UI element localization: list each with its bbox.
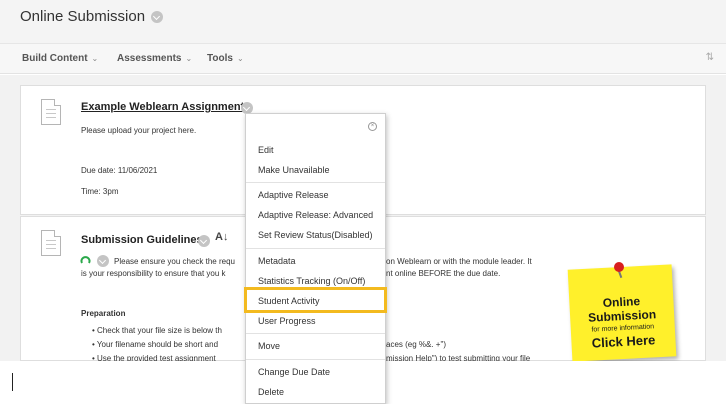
sort-icon[interactable]: ⇅ [706, 52, 714, 63]
tools-label: Tools [207, 53, 233, 64]
push-pin-icon [614, 262, 624, 272]
menu-item-user-progress[interactable]: User Progress [258, 316, 316, 326]
guidelines-line1-right: on Weblearn or with the module leader. I… [386, 257, 532, 266]
list-item: • Check that your file size is below th [92, 326, 222, 335]
menu-divider [246, 182, 385, 183]
assignment-due-date: Due date: 11/06/2021 [81, 166, 158, 175]
preparation-heading: Preparation [81, 309, 126, 318]
assignment-time: Time: 3pm [81, 187, 119, 196]
assessments-label: Assessments [117, 53, 182, 64]
chevron-down-icon: ⌄ [185, 54, 193, 63]
menu-item-adaptive-release[interactable]: Adaptive Release [258, 190, 329, 200]
sort-accessibility-icon: A↓ [215, 231, 229, 243]
guidelines-line2-left: is your responsibility to ensure that yo… [81, 269, 226, 278]
chevron-down-icon: ⌄ [91, 54, 99, 63]
page-title: Online Submission [20, 8, 164, 25]
bullet-text: Check that your file size is below th [97, 326, 222, 335]
bullet-text: Your filename should be short and [96, 340, 219, 349]
guidelines-line2-right: nt online BEFORE the due date. [386, 269, 501, 278]
guidelines-line1-left: Please ensure you check the requ [114, 257, 235, 266]
close-icon[interactable]: × [368, 122, 377, 131]
document-icon [41, 99, 61, 125]
online-submission-sticky-note[interactable]: Online Submission for more information C… [567, 264, 677, 362]
chevron-down-icon: ⌄ [236, 54, 244, 63]
menu-item-change-due-date[interactable]: Change Due Date [258, 367, 330, 377]
item-context-menu: × Edit Make Unavailable Adaptive Release… [245, 113, 386, 404]
page-title-text: Online Submission [20, 8, 146, 25]
review-status-chevron-icon [97, 255, 109, 267]
guidelines-title[interactable]: Submission Guidelines [81, 234, 203, 246]
status-arc-icon [80, 256, 91, 264]
assignment-description: Please upload your project here. [81, 126, 197, 135]
menu-item-move[interactable]: Move [258, 341, 280, 351]
sticky-line-4: Click Here [591, 332, 656, 351]
menu-item-make-unavailable[interactable]: Make Unavailable [258, 165, 330, 175]
list-item: • Your filename should be short and [92, 340, 219, 349]
menu-divider [246, 359, 385, 360]
menu-divider [246, 248, 385, 249]
menu-item-edit[interactable]: Edit [258, 145, 274, 155]
menu-item-adaptive-release-advanced[interactable]: Adaptive Release: Advanced [258, 210, 373, 220]
menu-item-delete[interactable]: Delete [258, 387, 284, 397]
build-content-menu[interactable]: Build Content ⌄ [22, 53, 98, 64]
bullet-2-tail: aces (eg %&. +") [386, 340, 446, 349]
page-header: Online Submission [0, 0, 726, 44]
menu-item-set-review-status[interactable]: Set Review Status(Disabled) [258, 230, 373, 240]
menu-item-metadata[interactable]: Metadata [258, 256, 296, 266]
title-options-chevron-icon[interactable] [151, 10, 164, 23]
assessments-menu[interactable]: Assessments ⌄ [117, 53, 192, 64]
build-content-label: Build Content [22, 53, 88, 64]
text-cursor [12, 373, 13, 391]
item-options-chevron-icon[interactable] [198, 235, 210, 247]
student-activity-highlight [244, 287, 387, 313]
assignment-title-link[interactable]: Example Weblearn Assignment [81, 101, 244, 113]
document-icon [41, 230, 61, 256]
menu-item-statistics-tracking[interactable]: Statistics Tracking (On/Off) [258, 276, 365, 286]
content-toolbar: Build Content ⌄ Assessments ⌄ Tools ⌄ ⇅ [0, 44, 726, 74]
menu-divider [246, 333, 385, 334]
tools-menu[interactable]: Tools ⌄ [207, 53, 244, 64]
